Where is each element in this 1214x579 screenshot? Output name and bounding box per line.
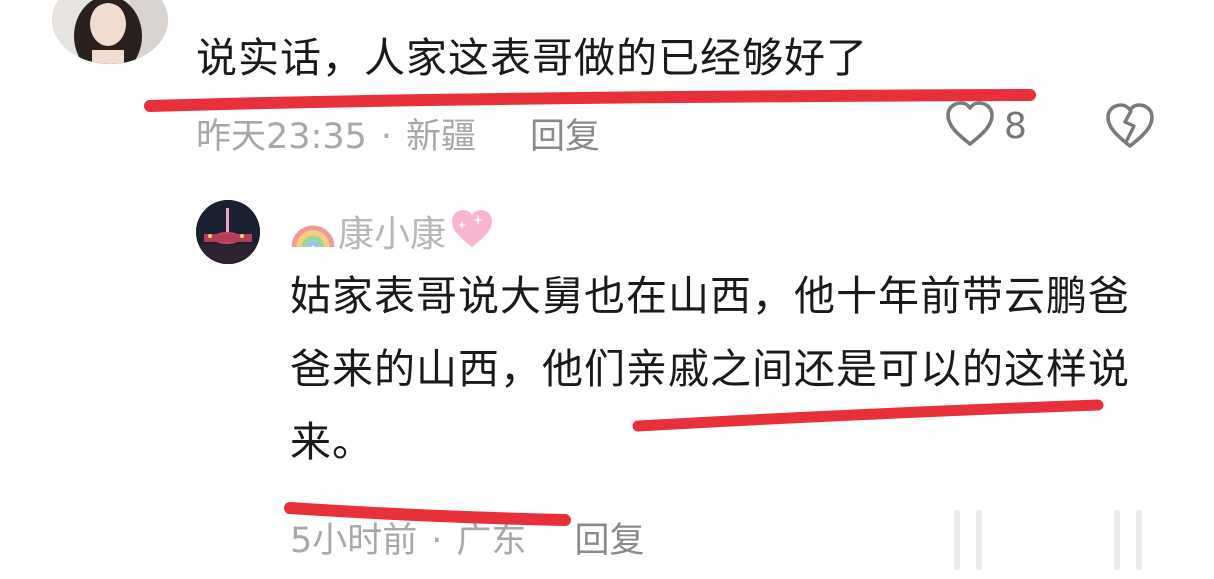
reply-location: 广东 [456,521,527,561]
broken-heart-icon [1104,103,1156,154]
like-button[interactable]: 8 [944,100,1027,152]
rainbow-emoji-icon [290,209,336,253]
comment-location: 新疆 [406,117,477,157]
annotation-underline [144,89,1036,112]
comment-time: 昨天23:35 [196,117,367,157]
overlay-bars [954,510,1174,570]
meta-separator: · [431,521,443,561]
reply-button[interactable]: 回复 [574,521,644,561]
dislike-button[interactable] [1104,102,1156,154]
comment-meta: 昨天23:35 · 新疆 回复 [196,108,600,159]
reply-meta: 5小时前 · 广东 回复 [290,512,644,563]
username-row[interactable]: 康小康 [290,205,496,257]
reply-text: 姑家表哥说大舅也在山西，他十年前带云鹏爸爸来的山西，他们亲戚之间还是可以的这样说… [290,272,1130,466]
meta-separator: · [380,117,393,157]
commenter-avatar[interactable] [52,0,168,64]
comment-text: 说实话，人家这表哥做的已经够好了 [196,34,868,82]
reply-time: 5小时前 [290,521,418,561]
like-count: 8 [1004,105,1027,147]
replier-avatar[interactable] [196,200,260,264]
reply-button[interactable]: 回复 [530,117,600,157]
username[interactable]: 康小康 [338,205,446,257]
heart-outline-icon [944,100,996,152]
sparkling-heart-emoji-icon [448,207,496,255]
